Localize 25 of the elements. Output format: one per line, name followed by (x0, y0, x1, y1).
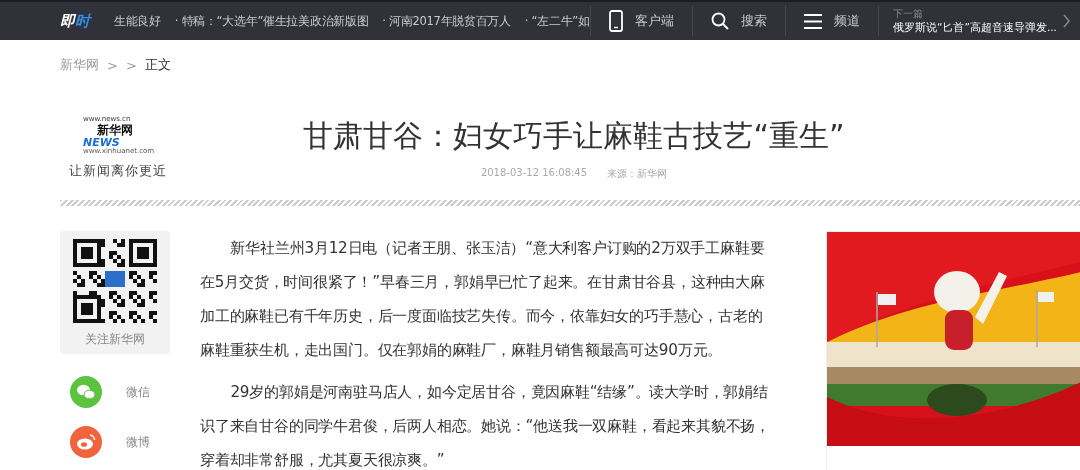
headline-link[interactable]: · 特稿：“大选年”催生拉美政治新版图 (174, 13, 369, 29)
next-article-link[interactable]: 俄罗斯说“匕首”高超音速导弹发... (893, 21, 1061, 35)
article-paragraph: 新华社兰州3月12日电（记者王朋、张玉洁）“意大利客户订购的2万双手工麻鞋要在5月交货，时间很紧了！”早春三月，郭娟早已忙了起来。在甘肃甘谷县，这种由大麻加工的麻鞋已有千年历史，后一度面临技艺失传。而今，依靠妇女的巧手慧心，古老的麻鞋重获生机，走出国门。仅在郭娟的麻鞋厂，麻鞋月销售额最高可达90万元。 (200, 238, 766, 361)
nav-link[interactable]: 搜索 (693, 12, 785, 30)
headline-link[interactable]: · “左二牛”如 (524, 13, 590, 29)
headline-link[interactable]: 生能良好 (114, 13, 161, 29)
nav-link[interactable]: 客户端 (591, 10, 692, 32)
share-link[interactable]: 微博 (60, 426, 170, 458)
logo[interactable]: 即时 (60, 11, 100, 31)
breadcrumb-separator: > (125, 57, 137, 73)
qr-label: 关注新华网 (85, 331, 145, 348)
breadcrumb-separator: > (107, 57, 118, 73)
publish-time: 2018-03-12 16:08:45 (480, 167, 588, 180)
article-source: 来源：新华网 (607, 167, 668, 181)
headline-link[interactable]: · 河南2017年脱贫百万人 (382, 13, 511, 29)
slogan: 让新闻离你更近 (69, 162, 167, 180)
breadcrumb-link[interactable]: 正文 (144, 56, 171, 74)
search-icon (711, 12, 729, 30)
menu-icon (804, 13, 822, 29)
share-link[interactable]: 微信 (60, 376, 170, 408)
chevron-right-icon[interactable] (1063, 14, 1070, 28)
article-paragraph: 29岁的郭娟是河南驻马店人，如今定居甘谷，竟因麻鞋“结缘”。读大学时，郭娟结识了来自甘谷的同学牛君俊，后两人相恋。她说：“他送我一双麻鞋，看起来其貌不扬，穿着却非常舒服，尤其夏天很凉爽。” (200, 382, 772, 470)
nav-link[interactable]: 频道 (786, 12, 878, 30)
phone-icon (609, 10, 623, 32)
article-title: 甘肃甘谷：妇女巧手让麻鞋古技艺“重生” (303, 117, 845, 155)
